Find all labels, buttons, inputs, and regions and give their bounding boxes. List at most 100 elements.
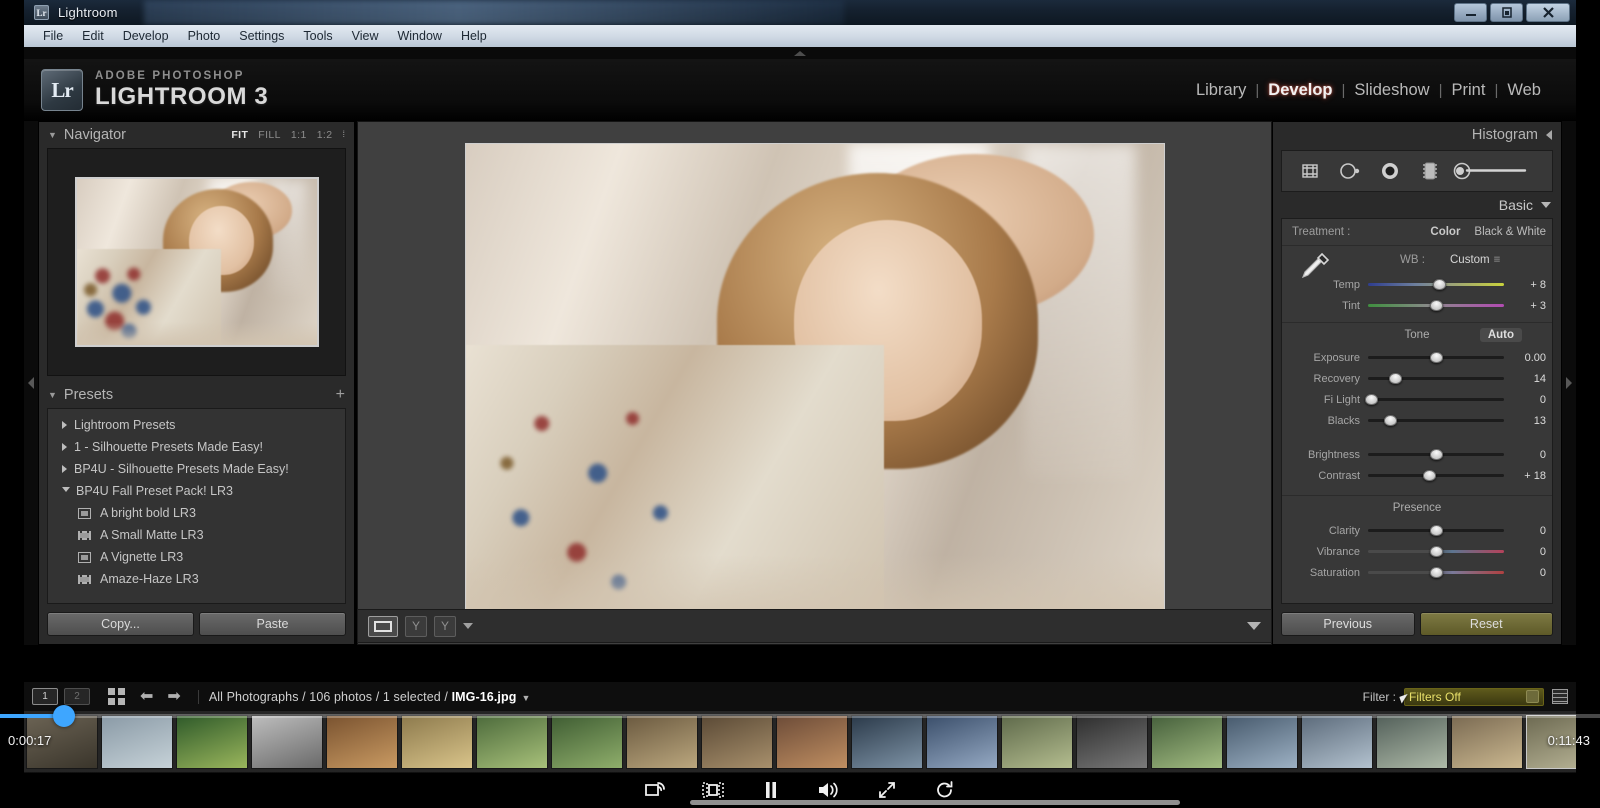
arrow-right-icon[interactable]: ➡ <box>167 688 180 705</box>
list-item[interactable] <box>1001 715 1073 769</box>
slider-tint[interactable]: Tint + 3 <box>1282 295 1552 316</box>
presets-header[interactable]: ▼ Presets + <box>39 382 354 408</box>
menu-file[interactable]: File <box>34 27 72 45</box>
slider-track[interactable] <box>1368 469 1504 483</box>
right-panel-grabber[interactable] <box>1562 121 1576 645</box>
slider-track[interactable] <box>1368 351 1504 365</box>
slider-blacks[interactable]: Blacks 13 <box>1282 410 1552 431</box>
list-item[interactable] <box>251 715 323 769</box>
triangle-left-icon[interactable] <box>1546 130 1552 140</box>
slider-exposure[interactable]: Exposure 0.00 <box>1282 347 1552 368</box>
path-caret-icon[interactable]: ▼ <box>521 693 530 703</box>
video-scrubber-handle[interactable] <box>53 705 75 727</box>
slider-track[interactable] <box>1368 448 1504 462</box>
menu-window[interactable]: Window <box>388 27 450 45</box>
close-button[interactable] <box>1526 3 1570 22</box>
list-item[interactable] <box>1076 715 1148 769</box>
zoom-1-2[interactable]: 1:2 <box>317 129 333 141</box>
caret-down-icon[interactable] <box>463 623 473 629</box>
list-item[interactable] <box>1226 715 1298 769</box>
histogram-header[interactable]: Histogram <box>1273 122 1561 148</box>
slider-knob[interactable] <box>1430 567 1443 578</box>
module-library[interactable]: Library <box>1187 81 1255 100</box>
list-item[interactable] <box>701 715 773 769</box>
filmstrip-layout-icon[interactable] <box>1552 689 1568 704</box>
slider-contrast[interactable]: Contrast + 18 <box>1282 465 1552 486</box>
menu-help[interactable]: Help <box>452 27 496 45</box>
treatment-bw-option[interactable]: Black & White <box>1474 226 1546 238</box>
zoom-fit[interactable]: FIT <box>231 129 248 141</box>
zoom-more-icon[interactable]: ⁞ <box>342 129 345 139</box>
pause-icon[interactable] <box>758 778 784 802</box>
eyedropper-icon[interactable] <box>1298 250 1332 285</box>
list-item[interactable] <box>1376 715 1448 769</box>
slider-knob[interactable] <box>1364 394 1378 405</box>
navigator-twisty-icon[interactable]: ▼ <box>48 130 57 140</box>
cast-icon[interactable] <box>642 778 668 802</box>
triangle-down-icon[interactable] <box>1541 202 1551 208</box>
auto-tone-button[interactable]: Auto <box>1479 328 1522 342</box>
slider-recovery[interactable]: Recovery 14 <box>1282 368 1552 389</box>
list-item[interactable] <box>776 715 848 769</box>
zoom-fill[interactable]: FILL <box>258 129 281 141</box>
top-panel-grabber[interactable] <box>24 47 1576 59</box>
list-item[interactable] <box>1451 715 1523 769</box>
list-item[interactable] <box>626 715 698 769</box>
treatment-color-option[interactable]: Color <box>1430 226 1460 238</box>
theater-mode-icon[interactable] <box>700 778 726 802</box>
slider-knob[interactable] <box>1430 449 1443 460</box>
page-scrollbar[interactable] <box>690 800 1180 805</box>
main-photo[interactable] <box>464 143 1165 623</box>
list-item[interactable] <box>551 715 623 769</box>
slider-knob[interactable] <box>1389 373 1403 384</box>
menu-develop[interactable]: Develop <box>114 27 178 45</box>
slider-brightness[interactable]: Brightness 0 <box>1282 444 1552 465</box>
list-item[interactable] <box>101 715 173 769</box>
slider-track[interactable] <box>1364 393 1504 407</box>
menu-view[interactable]: View <box>343 27 388 45</box>
slider-knob[interactable] <box>1430 352 1443 363</box>
slider-clarity[interactable]: Clarity 0 <box>1282 520 1552 541</box>
slider-saturation[interactable]: Saturation 0 <box>1282 562 1552 583</box>
panel-toggle-icon[interactable] <box>1247 622 1261 630</box>
slider-knob[interactable] <box>1432 279 1446 290</box>
slider-fill-light[interactable]: Fi Light 0 <box>1282 389 1552 410</box>
slider-knob[interactable] <box>1423 470 1437 481</box>
preset-folder-lightroom-presets[interactable]: Lightroom Presets <box>48 414 345 436</box>
slider-vibrance[interactable]: Vibrance 0 <box>1282 541 1552 562</box>
presets-twisty-icon[interactable]: ▼ <box>48 390 57 400</box>
navigator-preview[interactable] <box>47 148 346 376</box>
source-path[interactable]: All Photographs / 106 photos / 1 selecte… <box>209 690 531 704</box>
replay-icon[interactable] <box>932 778 958 802</box>
volume-icon[interactable] <box>816 778 842 802</box>
menu-tools[interactable]: Tools <box>294 27 341 45</box>
list-item[interactable] <box>1151 715 1223 769</box>
slider-knob[interactable] <box>1430 300 1443 311</box>
slider-knob[interactable] <box>1430 546 1443 557</box>
zoom-1-1[interactable]: 1:1 <box>291 129 307 141</box>
slider-track[interactable] <box>1368 566 1504 580</box>
minimize-button[interactable] <box>1454 3 1487 22</box>
preset-folder-bp4u-silhouette[interactable]: BP4U - Silhouette Presets Made Easy! <box>48 458 345 480</box>
paste-button[interactable]: Paste <box>199 612 346 636</box>
reset-button[interactable]: Reset <box>1419 612 1553 636</box>
graduated-filter-icon[interactable] <box>1410 156 1450 186</box>
preset-item-a-small-matte[interactable]: A Small Matte LR3 <box>48 524 345 546</box>
list-item[interactable] <box>476 715 548 769</box>
screen-1-button[interactable]: 1 <box>32 688 58 705</box>
navigator-header[interactable]: ▼ Navigator FIT FILL 1:1 1:2 ⁞ <box>39 122 354 148</box>
identity-plate[interactable]: Lr ADOBE PHOTOSHOP LIGHTROOM 3 <box>41 69 268 111</box>
screen-2-button[interactable]: 2 <box>64 688 90 705</box>
adjustment-brush-icon[interactable] <box>1450 156 1536 186</box>
copy-button[interactable]: Copy... <box>47 612 194 636</box>
wb-value[interactable]: Custom ≡ <box>1450 254 1500 266</box>
video-progress-bar[interactable] <box>0 714 1600 718</box>
slider-knob[interactable] <box>1430 525 1443 536</box>
grid-view-icon[interactable] <box>108 688 125 705</box>
module-develop[interactable]: Develop <box>1259 81 1341 100</box>
list-item[interactable] <box>1301 715 1373 769</box>
slider-track[interactable] <box>1368 545 1504 559</box>
filter-dropdown[interactable]: Filters Off <box>1404 687 1544 706</box>
menu-edit[interactable]: Edit <box>73 27 113 45</box>
list-item[interactable] <box>851 715 923 769</box>
